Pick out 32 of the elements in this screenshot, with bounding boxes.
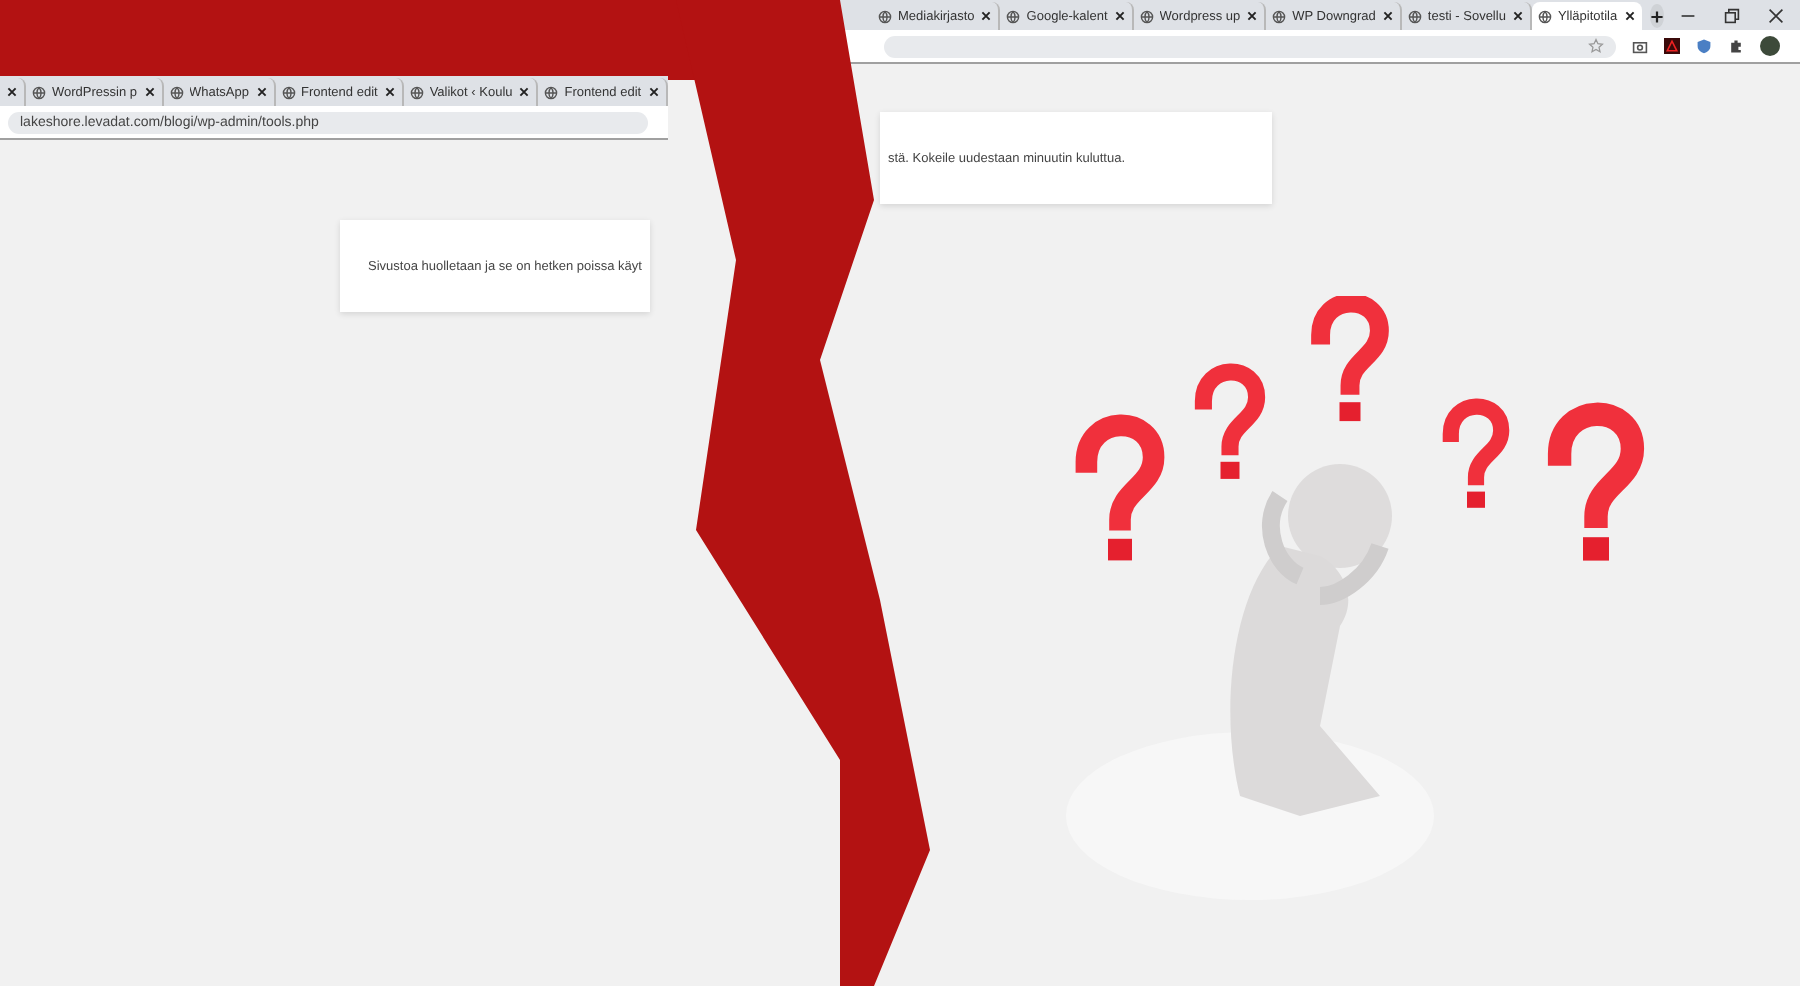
avatar-icon[interactable]: [1760, 36, 1780, 56]
close-icon[interactable]: [1381, 10, 1394, 22]
globe-icon[interactable]: [544, 85, 559, 99]
new-tab-button[interactable]: [1649, 4, 1664, 28]
globe-icon[interactable]: [1272, 9, 1287, 23]
shield-icon[interactable]: [1696, 38, 1712, 54]
close-icon[interactable]: [1768, 7, 1784, 23]
camera-icon[interactable]: [1632, 38, 1648, 54]
close-icon[interactable]: [1113, 10, 1126, 22]
star-icon[interactable]: [1588, 38, 1604, 54]
close-icon[interactable]: [255, 86, 268, 98]
globe-icon[interactable]: [281, 85, 296, 99]
globe-icon[interactable]: [169, 85, 184, 99]
globe-icon[interactable]: [1006, 9, 1021, 23]
globe-icon[interactable]: [878, 9, 892, 23]
close-icon[interactable]: [383, 86, 396, 98]
puzzle-icon[interactable]: [1728, 38, 1744, 54]
globe-icon[interactable]: [1407, 9, 1422, 23]
globe-icon[interactable]: [1139, 9, 1154, 23]
restore-icon[interactable]: [1724, 7, 1740, 23]
close-icon[interactable]: [6, 86, 18, 98]
close-icon[interactable]: [980, 10, 993, 22]
close-icon[interactable]: [143, 86, 156, 98]
globe-icon[interactable]: [1537, 9, 1552, 23]
close-icon[interactable]: [1246, 10, 1259, 22]
close-icon[interactable]: [518, 86, 531, 98]
close-icon[interactable]: [1623, 10, 1636, 22]
close-icon[interactable]: [1511, 10, 1524, 22]
globe-icon[interactable]: [32, 85, 46, 99]
globe-icon[interactable]: [409, 85, 424, 99]
close-icon[interactable]: [647, 86, 660, 98]
plus-icon[interactable]: [1649, 9, 1664, 23]
